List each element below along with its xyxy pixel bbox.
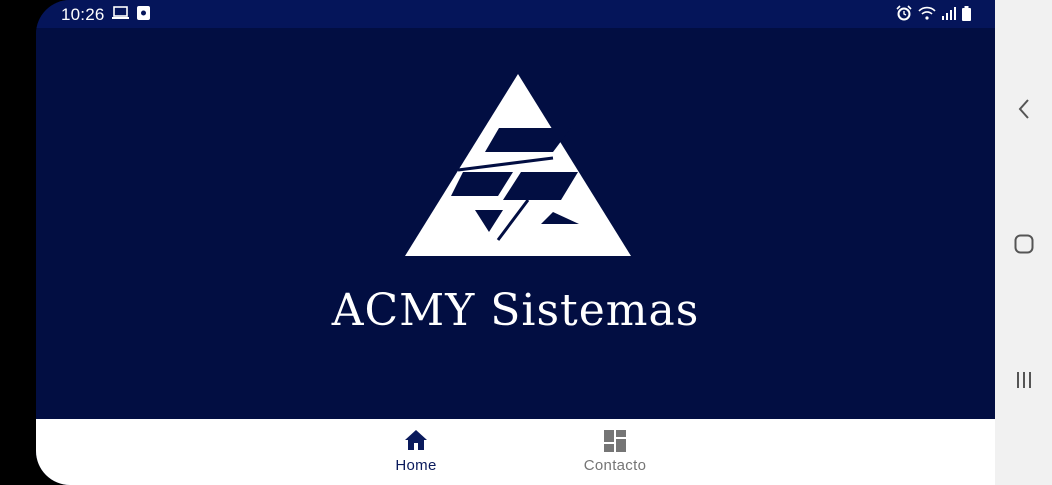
nav-item-home[interactable]: Home	[356, 429, 476, 474]
home-circle-icon[interactable]	[1011, 231, 1037, 257]
app-window: 10:26 ACMY Sistemas Home Contacto	[36, 0, 995, 485]
status-bar: 10:26	[36, 0, 995, 28]
laptop-icon	[112, 6, 129, 25]
dashboard-icon	[555, 429, 675, 455]
system-navigation-bar	[995, 0, 1052, 485]
back-icon[interactable]	[1011, 96, 1037, 122]
recents-icon[interactable]	[1011, 367, 1037, 393]
home-icon	[356, 429, 476, 455]
battery-icon	[962, 5, 971, 26]
nav-item-contacto[interactable]: Contacto	[555, 429, 675, 474]
alarm-icon	[896, 5, 912, 26]
acmy-triangle-logo	[403, 72, 633, 263]
signal-icon	[942, 6, 956, 25]
bottom-navigation: Home Contacto	[36, 419, 995, 485]
nav-item-label: Contacto	[583, 457, 647, 474]
splash-hero: ACMY Sistemas	[36, 28, 995, 419]
brand-name: ACMY Sistemas	[331, 285, 700, 336]
status-time: 10:26	[61, 5, 105, 24]
nav-item-label: Home	[395, 457, 437, 474]
wifi-icon	[918, 6, 936, 25]
notification-app-icon	[137, 6, 150, 25]
